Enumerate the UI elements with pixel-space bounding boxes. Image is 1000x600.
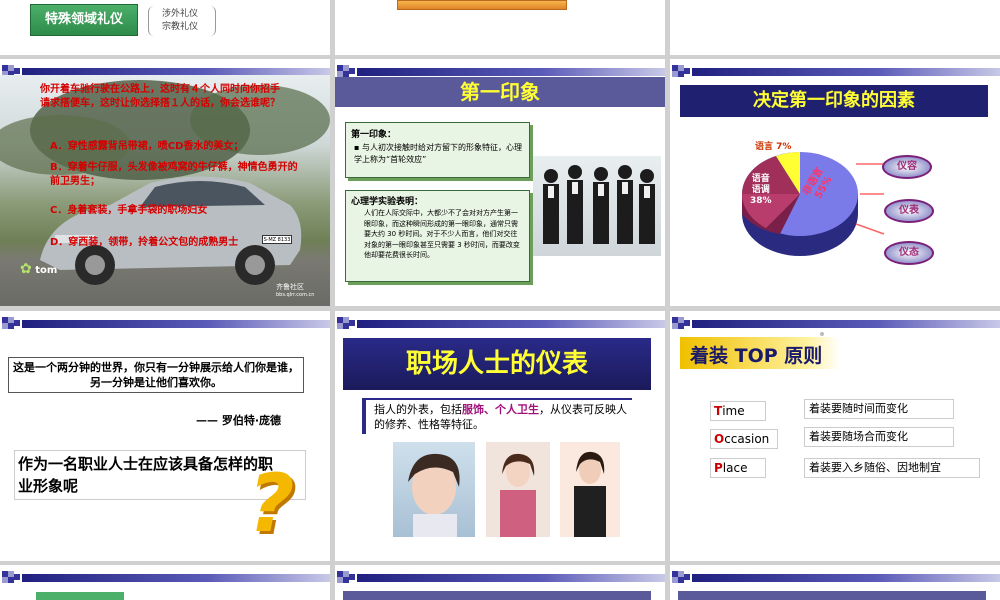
experiment-box: 心理学实验表明： 人们在人际交际中，大都少不了会对对方产生第一眼印象，而这种瞬间… — [345, 190, 530, 282]
title-bar-partial — [678, 591, 986, 600]
top-row-occasion: Occasion 着装要随场合而变化 — [710, 427, 980, 453]
slide-thumb-8[interactable]: 职场人士的仪表 指人的外表，包括服饰、个人卫生，从仪表可反映人的修养、性格等特征… — [335, 311, 665, 561]
tag-label: 特殊领域礼仪 — [44, 12, 123, 27]
quote-box: 这是一个两分钟的世界，你只有一分钟展示给人们你是谁，另一分钟是让他们喜欢你。 — [8, 357, 304, 393]
brace-right — [208, 6, 216, 36]
slide-thumb-11[interactable] — [335, 565, 665, 600]
decor-bar — [335, 317, 665, 329]
decor-bar — [335, 65, 665, 77]
definition-text: ▪ 与人初次接触时给对方留下的形象特征，心理学上称为“首轮效应” — [354, 143, 522, 164]
clover-icon: ✿ — [20, 261, 32, 277]
appearance-desc-box: 指人的外表，包括服饰、个人卫生，从仪表可反映人的修养、性格等特征。 — [362, 398, 632, 434]
decor-bar — [670, 65, 1000, 77]
decor-bar — [335, 571, 665, 583]
option-b: B．穿着牛仔服，头发像被鸡窝的牛仔裤，神情色勇开的前卫男生； — [50, 162, 298, 187]
bullet-icon: ▪ — [354, 143, 362, 152]
tom-logo: ✿ tom — [20, 261, 58, 277]
watermark: 齐鲁社区 bbs.qlrr.com.cn — [276, 283, 315, 298]
impression-pie-chart — [742, 152, 885, 256]
slide-thumb-10[interactable] — [0, 565, 330, 600]
decor-bar — [0, 571, 330, 583]
desc-box: 着装要入乡随俗、因地制宜 — [804, 458, 980, 478]
definition-title: 第一印象： — [351, 130, 397, 140]
item-foreign: 涉外礼仪 — [162, 9, 199, 19]
quote-author: —— 罗伯特·庞德 — [196, 414, 282, 427]
slide-thumb-4[interactable]: S·MZ 8133 你开着车驰行驶在公路上，这时有４个人同时向你招手请求搭便车，… — [0, 59, 330, 306]
top-principle-title: 着装 TOP 原则 — [690, 345, 823, 367]
dot-icon — [820, 332, 824, 336]
top-row-place: Place 着装要入乡随俗、因地制宜 — [710, 458, 990, 482]
factor-posture: 仪态 — [884, 241, 934, 265]
woman-photo-3 — [560, 442, 620, 537]
quote-text: 这是一个两分钟的世界，你只有一分钟展示给人们你是谁，另一分钟是让他们喜欢你。 — [13, 361, 299, 389]
green-tag-partial — [36, 592, 124, 600]
top-row-time: Time 着装要随时间而变化 — [710, 399, 980, 425]
highlight-text: 服饰、个人卫生 — [462, 403, 539, 416]
option-c: C．身着套装，手拿手袋的职场妇女 — [50, 205, 208, 216]
decor-bar — [0, 317, 330, 329]
slide-thumb-3[interactable] — [670, 0, 1000, 55]
word-box: Occasion — [710, 429, 778, 449]
definition-box: 第一印象： ▪ 与人初次接触时给对方留下的形象特征，心理学上称为“首轮效应” — [345, 122, 530, 178]
slide-thumb-1[interactable]: 特殊领域礼仪 涉外礼仪 宗教礼仪 — [0, 0, 330, 55]
title-bar-partial — [343, 591, 651, 600]
option-d: D．穿西装，领带，拎着公文包的成熟男士 — [50, 237, 239, 248]
item-religion: 宗教礼仪 — [162, 22, 199, 32]
slide-thumb-2[interactable] — [335, 0, 665, 55]
appearance-title: 职场人士的仪表 — [343, 338, 651, 390]
word-box: Time — [710, 401, 766, 421]
question-text: 你开着车驰行驶在公路上，这时有４个人同时向你招手请求搭便车，这时让你选择搭１人的… — [40, 84, 280, 109]
special-etiquette-tag: 特殊领域礼仪 — [30, 4, 138, 36]
slide-thumb-12[interactable] — [670, 565, 1000, 600]
question-mark-icon: ? — [248, 457, 295, 550]
woman-photo-2 — [486, 442, 550, 537]
orange-banner — [397, 0, 567, 10]
decor-bar — [670, 571, 1000, 583]
first-impression-title: 第一印象 — [335, 77, 665, 107]
option-a: A．穿性感露背吊带裙，喷CD香水的美女； — [50, 141, 244, 152]
desc-box: 着装要随时间而变化 — [804, 399, 954, 419]
decor-bar — [670, 317, 1000, 329]
factor-attire: 仪表 — [884, 199, 934, 223]
slide-thumb-5[interactable]: 第一印象 第一印象： ▪ 与人初次接触时给对方留下的形象特征，心理学上称为“首轮… — [335, 59, 665, 306]
pie-label-language: 语言 7% — [755, 142, 792, 152]
brace — [148, 6, 158, 36]
slide-thumb-7[interactable]: 这是一个两分钟的世界，你只有一分钟展示给人们你是谁，另一分钟是让他们喜欢你。 —… — [0, 311, 330, 561]
professional-question: 作为一名职业人士在应该具备怎样的职业形象呢 — [18, 455, 274, 495]
woman-photo-1 — [393, 442, 475, 537]
slide-thumb-6[interactable]: 决定第一印象的因素 语言 7% 语音 语调 38% 非语言 55% 仪容 仪表 … — [670, 59, 1000, 306]
desc-box: 着装要随场合而变化 — [804, 427, 954, 447]
car-photo: S·MZ 8133 你开着车驰行驶在公路上，这时有４个人同时向你招手请求搭便车，… — [0, 75, 330, 306]
word-box: Place — [710, 458, 766, 478]
experiment-title: 心理学实验表明： — [351, 197, 424, 207]
slide-thumb-9[interactable]: 着装 TOP 原则 Time 着装要随时间而变化 Occasion 着装要随场合… — [670, 311, 1000, 561]
factors-title: 决定第一印象的因素 — [680, 85, 988, 117]
factor-appearance: 仪容 — [882, 155, 932, 179]
business-people-photo — [533, 156, 661, 256]
experiment-text: 人们在人际交际中，大都少不了会对对方产生第一眼印象，而这种瞬间形成的第一眼印象，… — [364, 209, 520, 259]
pie-label-voice: 语音 语调 38% — [750, 174, 772, 206]
slide-sorter-grid: 特殊领域礼仪 涉外礼仪 宗教礼仪 S·MZ 8133 你开着车驰行驶在公路上，这… — [0, 0, 1000, 600]
